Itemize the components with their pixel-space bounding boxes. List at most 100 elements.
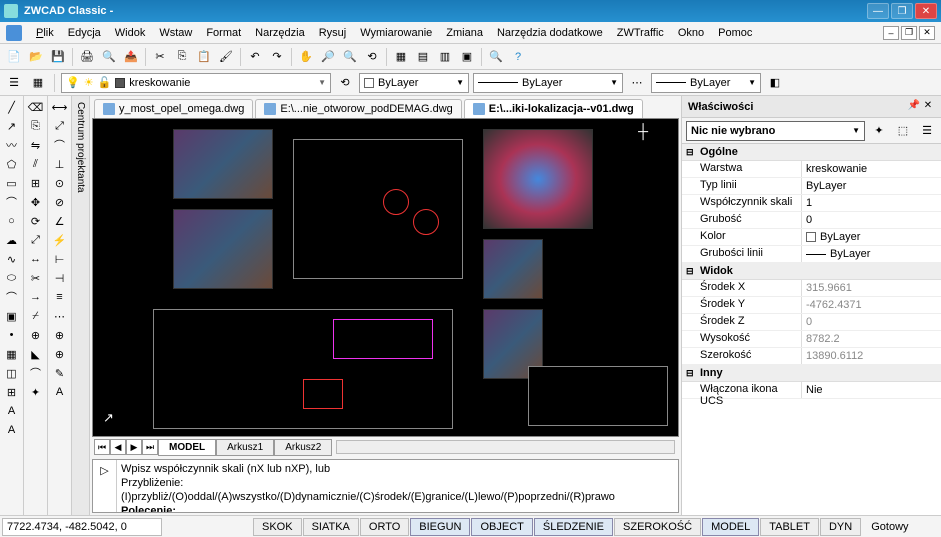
zoom-extents-icon[interactable]: 🔍 [486, 47, 506, 67]
dimord-icon[interactable]: ⊥ [50, 155, 70, 173]
dimdia-icon[interactable]: ⊘ [50, 193, 70, 211]
menu-format[interactable]: Format [200, 25, 247, 41]
doc-close-button[interactable]: ✕ [919, 26, 935, 40]
undo-icon[interactable]: ↶ [245, 47, 265, 67]
help-icon[interactable]: ? [508, 47, 528, 67]
close-panel-icon[interactable]: ✕ [921, 100, 935, 114]
app-logo-icon[interactable] [6, 25, 22, 41]
ellipse-icon[interactable]: ⬭ [2, 269, 22, 287]
prop-value[interactable]: ByLayer [802, 246, 941, 262]
menu-draw[interactable]: Rysuj [313, 25, 353, 41]
category-other[interactable]: ⊟Inny [682, 365, 941, 382]
dimrad-icon[interactable]: ⊙ [50, 174, 70, 192]
prop-value[interactable]: kreskowanie [802, 161, 941, 177]
menu-help[interactable]: Pomoc [712, 25, 758, 41]
status-lwt[interactable]: SZEROKOŚĆ [614, 518, 701, 536]
quick-select-icon[interactable]: ✦ [869, 121, 889, 141]
linetype-tool-icon[interactable]: ⋯ [627, 73, 647, 93]
prop-value[interactable]: -4762.4371 [802, 297, 941, 313]
toggle-pickadd-icon[interactable]: ☰ [917, 121, 937, 141]
dimbase-icon[interactable]: ⊢ [50, 250, 70, 268]
break-icon[interactable]: ⌿ [26, 307, 46, 325]
zoom-rt-icon[interactable]: 🔎 [318, 47, 338, 67]
dimang-icon[interactable]: ∠ [50, 212, 70, 230]
menu-insert[interactable]: Wstaw [153, 25, 198, 41]
extend-icon[interactable]: → [26, 288, 46, 306]
command-line[interactable]: ▷ Wpisz współczynnik skali (nX lub nXP),… [92, 459, 679, 513]
maximize-button[interactable]: ❐ [891, 3, 913, 19]
menu-edit[interactable]: Edycja [62, 25, 107, 41]
menu-dimension[interactable]: Wymiarowanie [354, 25, 438, 41]
dimtedit-icon[interactable]: A [50, 383, 70, 401]
ellipse-arc-icon[interactable]: ⌒ [2, 288, 22, 306]
move-icon[interactable]: ✥ [26, 193, 46, 211]
rectangle-icon[interactable]: ▭ [2, 174, 22, 192]
layer-selector[interactable]: 💡 ☀ 🔓 kreskowanie ▼ [61, 73, 331, 93]
menu-modify[interactable]: Zmiana [440, 25, 489, 41]
dimaligned-icon[interactable]: ⤢ [50, 117, 70, 135]
zoom-prev-icon[interactable]: ⟲ [362, 47, 382, 67]
stretch-icon[interactable]: ↔ [26, 250, 46, 268]
matchprop-icon[interactable]: 🖌 [216, 47, 236, 67]
join-icon[interactable]: ⊕ [26, 326, 46, 344]
tab-first-icon[interactable]: ⏮ [94, 439, 110, 455]
prop-value[interactable]: ByLayer [802, 178, 941, 194]
prop-value[interactable]: 13890.6112 [802, 348, 941, 364]
prop-value[interactable]: 1 [802, 195, 941, 211]
select-objects-icon[interactable]: ⬚ [893, 121, 913, 141]
dimbreak-icon[interactable]: ⋯ [50, 307, 70, 325]
coordinates-display[interactable]: 7722.4734, -482.5042, 0 [2, 518, 162, 536]
prop-value[interactable]: 0 [802, 314, 941, 330]
selection-dropdown[interactable]: Nic nie wybrano ▼ [686, 121, 865, 141]
region-icon[interactable]: ◫ [2, 364, 22, 382]
hatch-icon[interactable]: ▦ [2, 345, 22, 363]
table-icon[interactable]: ⊞ [2, 383, 22, 401]
fillet-icon[interactable]: ⌒ [26, 364, 46, 382]
status-osnap[interactable]: OBJECT [471, 518, 532, 536]
layer-tool-icon[interactable]: ⟲ [335, 73, 355, 93]
doc-tab-active[interactable]: E:\...iki-lokalizacja--v01.dwg [464, 99, 643, 118]
scale-icon[interactable]: ⤢ [26, 231, 46, 249]
dimquick-icon[interactable]: ⚡ [50, 231, 70, 249]
status-dyn[interactable]: DYN [820, 518, 861, 536]
redo-icon[interactable]: ↷ [267, 47, 287, 67]
dimarc-icon[interactable]: ⌒ [50, 136, 70, 154]
save-icon[interactable]: 💾 [48, 47, 68, 67]
design-center-tab[interactable]: Centrum projektanta [72, 96, 90, 515]
mirror-icon[interactable]: ⇋ [26, 136, 46, 154]
prop-value[interactable]: 315.9661 [802, 280, 941, 296]
new-icon[interactable]: 📄 [4, 47, 24, 67]
menu-window[interactable]: Okno [672, 25, 710, 41]
offset-icon[interactable]: ⫽ [26, 155, 46, 173]
menu-file[interactable]: Plik [30, 25, 60, 41]
status-model[interactable]: MODEL [702, 518, 759, 536]
dimcont-icon[interactable]: ⊣ [50, 269, 70, 287]
doc-tab[interactable]: y_most_opel_omega.dwg [94, 99, 253, 118]
rotate-icon[interactable]: ⟳ [26, 212, 46, 230]
prop-value[interactable]: ByLayer [802, 229, 941, 245]
explode-icon[interactable]: ✦ [26, 383, 46, 401]
menu-tools[interactable]: Narzędzia [249, 25, 311, 41]
centermark-icon[interactable]: ⊕ [50, 345, 70, 363]
layout-tab[interactable]: Arkusz1 [216, 439, 274, 456]
dimspace-icon[interactable]: ≡ [50, 288, 70, 306]
status-polar[interactable]: BIEGUN [410, 518, 470, 536]
arc-icon[interactable]: ⌒ [2, 193, 22, 211]
menu-extra-tools[interactable]: Narzędzia dodatkowe [491, 25, 609, 41]
copy-icon[interactable]: ⎘ [172, 47, 192, 67]
calc-icon[interactable]: ▣ [457, 47, 477, 67]
pan-icon[interactable]: ✋ [296, 47, 316, 67]
model-tab[interactable]: MODEL [158, 439, 216, 456]
spline-icon[interactable]: ∿ [2, 250, 22, 268]
status-ortho[interactable]: ORTO [360, 518, 409, 536]
circle-icon[interactable]: ○ [2, 212, 22, 230]
pin-icon[interactable]: 📌 [907, 100, 921, 114]
layout-tab[interactable]: Arkusz2 [274, 439, 332, 456]
preview-icon[interactable]: 🔍 [99, 47, 119, 67]
array-icon[interactable]: ⊞ [26, 174, 46, 192]
chamfer-icon[interactable]: ◣ [26, 345, 46, 363]
cut-icon[interactable]: ✂ [150, 47, 170, 67]
tab-next-icon[interactable]: ▶ [126, 439, 142, 455]
prop-value[interactable]: 8782.2 [802, 331, 941, 347]
drawing-canvas[interactable]: ┼ ↗ [92, 118, 679, 437]
